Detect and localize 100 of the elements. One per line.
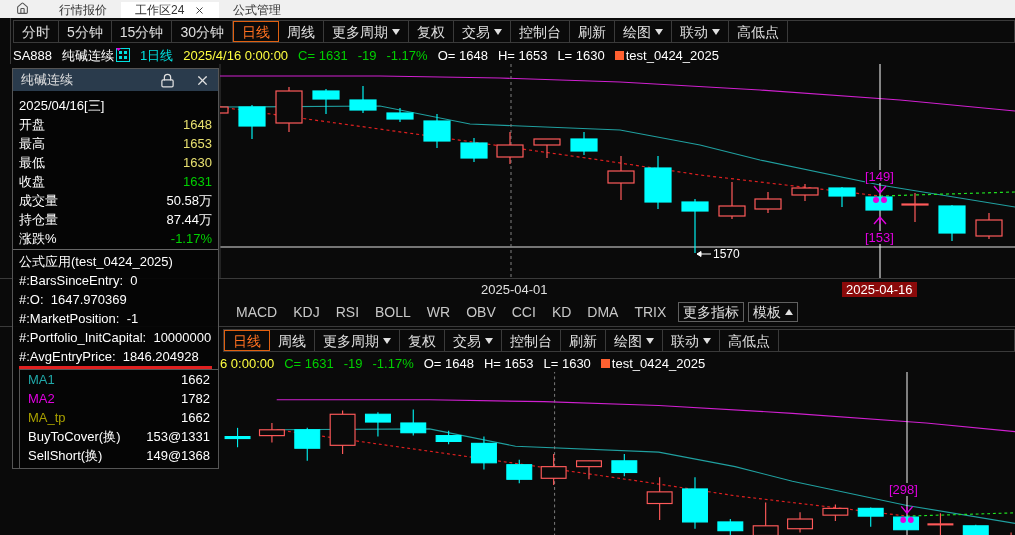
signal-label: [153]: [865, 231, 894, 244]
formula-output: #:AvgEntryPrice: 1846.204928: [19, 347, 212, 369]
caret-icon: [391, 28, 400, 35]
caret-icon: [485, 337, 493, 344]
workspace-tab[interactable]: 工作区24: [121, 2, 220, 18]
period-button[interactable]: 周线: [270, 330, 315, 351]
period-button[interactable]: 周线: [278, 21, 324, 42]
candlestick: [682, 476, 708, 530]
period-button[interactable]: 更多周期: [315, 330, 400, 351]
change-percent: -1.17%: [372, 357, 414, 370]
signal-label: [149]: [865, 170, 894, 183]
candlestick: [822, 503, 849, 522]
period-button[interactable]: 联动: [671, 21, 729, 42]
legend-value: 153@1331: [146, 428, 210, 446]
indicator-tab[interactable]: TRIX: [626, 305, 675, 319]
field-label: 收盘: [19, 173, 45, 191]
legend-label: BuyToCover(换): [28, 428, 121, 446]
indicator-tab[interactable]: 更多指标: [678, 302, 745, 322]
formula-name: test_0424_2025: [611, 357, 706, 370]
legend-label: MA2: [28, 390, 55, 408]
candlestick: [718, 181, 746, 220]
candlestick: [460, 137, 488, 163]
date-axis-label: 2025-04-01: [480, 282, 549, 297]
indicator-tab[interactable]: MACD: [228, 305, 286, 319]
indicator-tab[interactable]: RSI: [327, 305, 368, 319]
candlestick: [386, 107, 414, 123]
period-button[interactable]: 高低点: [720, 330, 779, 351]
indicator-tab[interactable]: KDJ: [285, 305, 328, 319]
period-button[interactable]: 交易: [453, 21, 511, 42]
price-change: -19: [357, 48, 377, 62]
field-label: 最高: [19, 135, 45, 153]
legend-value: 149@1368: [146, 447, 210, 465]
high-price: H= 1653: [497, 48, 548, 62]
candlestick: [533, 138, 561, 159]
candlestick: [294, 427, 321, 462]
candlestick: [754, 191, 782, 214]
period-button[interactable]: 复权: [400, 330, 445, 351]
formula-output: #:MarketPosition: -1: [19, 310, 140, 328]
legend-value: 1782: [181, 390, 210, 408]
period-button[interactable]: 绘图: [606, 330, 663, 351]
candlestick: [224, 427, 251, 448]
candlestick: [901, 192, 929, 223]
period-button[interactable]: 30分钟: [172, 21, 233, 42]
arrow-icon: [697, 251, 711, 257]
low-price: L= 1630: [557, 48, 605, 62]
field-value: 50.58万: [166, 192, 212, 210]
indicator-tab[interactable]: CCI: [503, 305, 544, 319]
candlestick: [681, 198, 709, 254]
caret-icon: [383, 337, 391, 344]
field-value: 1630: [183, 154, 212, 172]
candlestick: [275, 86, 303, 133]
indicator-tab[interactable]: 模板: [748, 302, 799, 322]
candlestick: [506, 459, 533, 484]
high-price: H= 1653: [484, 357, 534, 370]
period-button[interactable]: 日线: [224, 330, 270, 351]
period-button[interactable]: 更多周期: [323, 21, 409, 42]
period-button[interactable]: 5分钟: [59, 21, 112, 42]
signal-dot-icon: [873, 197, 887, 203]
indicator-tab[interactable]: OBV: [458, 305, 504, 319]
caret-icon: [703, 337, 711, 344]
formula-name: test_0424_2025: [625, 48, 719, 62]
period-button[interactable]: 刷新: [561, 330, 606, 351]
period-button[interactable]: 分时: [14, 21, 59, 42]
low-price: L= 1630: [543, 357, 591, 370]
period-button[interactable]: 控制台: [502, 330, 561, 351]
period-button[interactable]: 交易: [445, 330, 502, 351]
candlestick: [717, 518, 744, 535]
field-label: 涨跌%: [19, 230, 57, 248]
signal-arrow-icon: [873, 215, 887, 225]
formula-title: 公式应用(test_0424_2025): [19, 253, 174, 271]
candlestick: [975, 212, 1003, 240]
lock-icon[interactable]: [160, 72, 175, 88]
quote-date: 2025/4/16 0:00:00: [183, 48, 289, 62]
period-button[interactable]: 日线: [232, 21, 279, 42]
period-button[interactable]: 绘图: [614, 21, 672, 42]
close-price: C= 1631: [298, 48, 348, 62]
period-button[interactable]: 控制台: [510, 21, 570, 42]
indicator-tab[interactable]: DMA: [579, 305, 627, 319]
indicator-tab[interactable]: KD: [543, 305, 580, 319]
period-button[interactable]: 刷新: [569, 21, 615, 42]
candlestick: [312, 88, 340, 115]
candlestick: [258, 422, 285, 443]
indicator-tab[interactable]: BOLL: [367, 305, 419, 319]
period-button[interactable]: 复权: [408, 21, 454, 42]
caret-icon: [654, 28, 663, 35]
indicator-tab[interactable]: WR: [418, 305, 459, 319]
candlestick: [607, 155, 635, 201]
field-value: 1653: [183, 135, 212, 153]
period-button[interactable]: 联动: [663, 330, 720, 351]
period-button[interactable]: 15分钟: [111, 21, 173, 42]
period-button[interactable]: 高低点: [728, 21, 788, 42]
legend-label: SellShort(换): [28, 447, 103, 465]
candlestick: [646, 476, 673, 521]
date-axis-label: 2025-04-16: [842, 282, 917, 297]
legend-label: MA_tp: [28, 409, 66, 427]
field-label: 开盘: [19, 116, 45, 134]
close-icon[interactable]: [194, 4, 206, 16]
field-value: 1648: [183, 116, 212, 134]
home-icon[interactable]: [16, 2, 29, 15]
candlestick: [470, 436, 497, 471]
